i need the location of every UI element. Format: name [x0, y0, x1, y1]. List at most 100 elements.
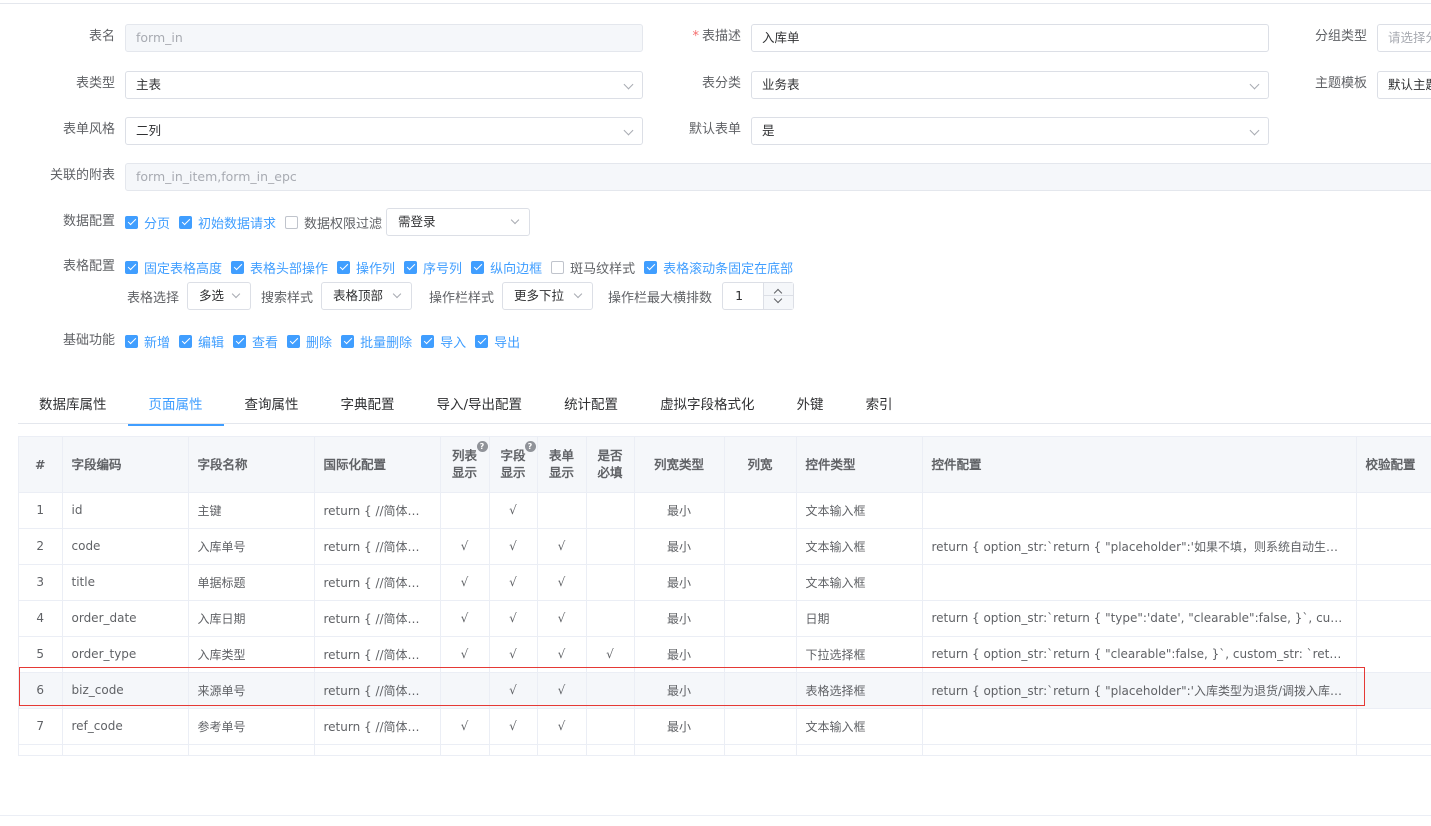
cell-field-show[interactable]: √: [489, 672, 538, 709]
tab-dictionary-config[interactable]: 字典配置: [320, 390, 416, 423]
cell-form-show[interactable]: √: [537, 528, 587, 565]
checkbox-initial-request[interactable]: 初始数据请求: [179, 213, 276, 232]
checkbox-batch-delete[interactable]: 批量删除: [341, 332, 412, 351]
tab-database-properties[interactable]: 数据库属性: [18, 390, 128, 423]
cell-control-type[interactable]: 表格选择框: [796, 672, 923, 709]
checkbox-stripe[interactable]: 斑马纹样式: [551, 258, 635, 277]
cell-i18n[interactable]: return { //简体中文...: [314, 564, 441, 601]
cell-validation-config[interactable]: [1356, 636, 1431, 673]
tab-query-properties[interactable]: 查询属性: [224, 390, 320, 423]
cell-control-type[interactable]: 日期: [796, 600, 923, 637]
cell-width-type[interactable]: 最小: [634, 672, 725, 709]
table-category-select[interactable]: 业务表: [751, 71, 1269, 99]
cell-control-type[interactable]: 下拉选择框: [796, 636, 923, 673]
cell-form-show[interactable]: √: [537, 600, 587, 637]
cell-field-show[interactable]: √: [489, 636, 538, 673]
login-select[interactable]: 需登录: [386, 208, 531, 236]
table-row-highlighted[interactable]: 6 biz_code 来源单号 return { //简体中文... √ √ 最…: [19, 672, 1431, 709]
tab-page-properties[interactable]: 页面属性: [127, 390, 224, 426]
cell-form-show[interactable]: √: [537, 636, 587, 673]
cell-control-type[interactable]: 文本输入框: [796, 528, 923, 565]
cell-i18n[interactable]: return { //简体中文...: [314, 672, 441, 709]
cell-width[interactable]: [724, 636, 797, 673]
cell-i18n[interactable]: return { //简体中文...: [314, 528, 441, 565]
cell-width[interactable]: [724, 564, 797, 601]
cell-control-config[interactable]: return { option_str:`return { "placehold…: [922, 528, 1357, 565]
cell-field-show[interactable]: √: [489, 492, 538, 529]
cell-required[interactable]: √: [586, 636, 635, 673]
cell-validation-config[interactable]: [1356, 564, 1431, 601]
table-row[interactable]: 5 order_type 入库类型 return { //简体中文... √ √…: [19, 636, 1431, 673]
cell-validation-config[interactable]: [1356, 672, 1431, 709]
cell-control-config[interactable]: [922, 564, 1357, 601]
action-style-dropdown[interactable]: 更多下拉: [502, 282, 594, 310]
table-type-select[interactable]: 主表: [125, 71, 643, 99]
cell-width[interactable]: [724, 672, 797, 709]
checkbox-add[interactable]: 新增: [125, 332, 170, 351]
checkbox-action-column[interactable]: 操作列: [337, 258, 395, 277]
table-row[interactable]: 3 title 单据标题 return { //简体中文... √ √ √ 最小…: [19, 564, 1431, 601]
cell-validation-config[interactable]: [1356, 708, 1431, 745]
cell-field-show[interactable]: √: [489, 708, 538, 745]
cell-i18n[interactable]: return { //简体中文...: [314, 600, 441, 637]
sub-tables-input[interactable]: form_in_item,form_in_epc: [125, 163, 1431, 191]
checkbox-data-permission[interactable]: 数据权限过滤: [285, 213, 382, 232]
checkbox-scrollbar-bottom[interactable]: 表格滚动条固定在底部: [644, 258, 793, 277]
checkbox-view[interactable]: 查看: [233, 332, 278, 351]
max-actions-stepper[interactable]: 1: [722, 282, 795, 310]
cell-control-config[interactable]: [922, 492, 1357, 529]
search-style-dropdown[interactable]: 表格顶部: [321, 282, 413, 310]
cell-validation-config[interactable]: [1356, 492, 1431, 529]
tab-foreign-keys[interactable]: 外键: [776, 390, 845, 423]
cell-control-config[interactable]: return { option_str:`return { "placehold…: [922, 672, 1357, 709]
checkbox-import[interactable]: 导入: [421, 332, 466, 351]
cell-width-type[interactable]: 最小: [634, 528, 725, 565]
cell-form-show[interactable]: √: [537, 564, 587, 601]
checkbox-delete[interactable]: 删除: [287, 332, 332, 351]
checkbox-edit[interactable]: 编辑: [179, 332, 224, 351]
table-row[interactable]: 2 code 入库单号 return { //简体中文... √ √ √ 最小 …: [19, 528, 1431, 565]
cell-i18n[interactable]: return { //简体中文...: [314, 636, 441, 673]
tab-virtual-field-format[interactable]: 虚拟字段格式化: [639, 390, 776, 423]
checkbox-header-actions[interactable]: 表格头部操作: [231, 258, 328, 277]
cell-i18n[interactable]: return { //简体中文...: [314, 492, 441, 529]
cell-width[interactable]: [724, 600, 797, 637]
theme-select[interactable]: 默认主题: [1377, 71, 1431, 99]
cell-control-type[interactable]: 文本输入框: [796, 564, 923, 601]
cell-width[interactable]: [724, 708, 797, 745]
cell-required[interactable]: [586, 708, 635, 745]
cell-list-show[interactable]: [440, 672, 490, 709]
cell-form-show[interactable]: √: [537, 672, 587, 709]
checkbox-export[interactable]: 导出: [475, 332, 520, 351]
cell-width[interactable]: [724, 492, 797, 529]
cell-i18n[interactable]: return { //简体中文...: [314, 708, 441, 745]
cell-control-config[interactable]: [922, 708, 1357, 745]
cell-required[interactable]: [586, 672, 635, 709]
cell-required[interactable]: [586, 600, 635, 637]
cell-list-show[interactable]: √: [440, 528, 490, 565]
table-row[interactable]: 7 ref_code 参考单号 return { //简体中文... √ √ √…: [19, 708, 1431, 745]
cell-field-show[interactable]: √: [489, 600, 538, 637]
cell-validation-config[interactable]: [1356, 528, 1431, 565]
tab-indexes[interactable]: 索引: [845, 390, 914, 423]
checkbox-index-column[interactable]: 序号列: [404, 258, 462, 277]
cell-form-show[interactable]: [537, 492, 587, 529]
question-icon[interactable]: ?: [524, 441, 536, 452]
cell-width-type[interactable]: 最小: [634, 636, 725, 673]
cell-control-config[interactable]: return { option_str:`return { "type":'da…: [922, 600, 1357, 637]
table-desc-input[interactable]: 入库单: [751, 24, 1269, 52]
cell-control-type[interactable]: 文本输入框: [796, 708, 923, 745]
cell-list-show[interactable]: √: [440, 564, 490, 601]
table-row[interactable]: 1 id 主键 return { //简体中文... √ 最小 文本输入框: [19, 492, 1431, 529]
cell-control-config[interactable]: return { option_str:`return { "clearable…: [922, 636, 1357, 673]
table-row[interactable]: 4 order_date 入库日期 return { //简体中文... √ √…: [19, 600, 1431, 637]
cell-required[interactable]: [586, 492, 635, 529]
cell-width[interactable]: [724, 528, 797, 565]
table-name-input[interactable]: form_in: [125, 24, 643, 52]
cell-list-show[interactable]: [440, 492, 490, 529]
cell-required[interactable]: [586, 528, 635, 565]
cell-list-show[interactable]: √: [440, 600, 490, 637]
cell-width-type[interactable]: 最小: [634, 564, 725, 601]
chevron-down-icon[interactable]: [773, 294, 783, 304]
cell-list-show[interactable]: √: [440, 708, 490, 745]
